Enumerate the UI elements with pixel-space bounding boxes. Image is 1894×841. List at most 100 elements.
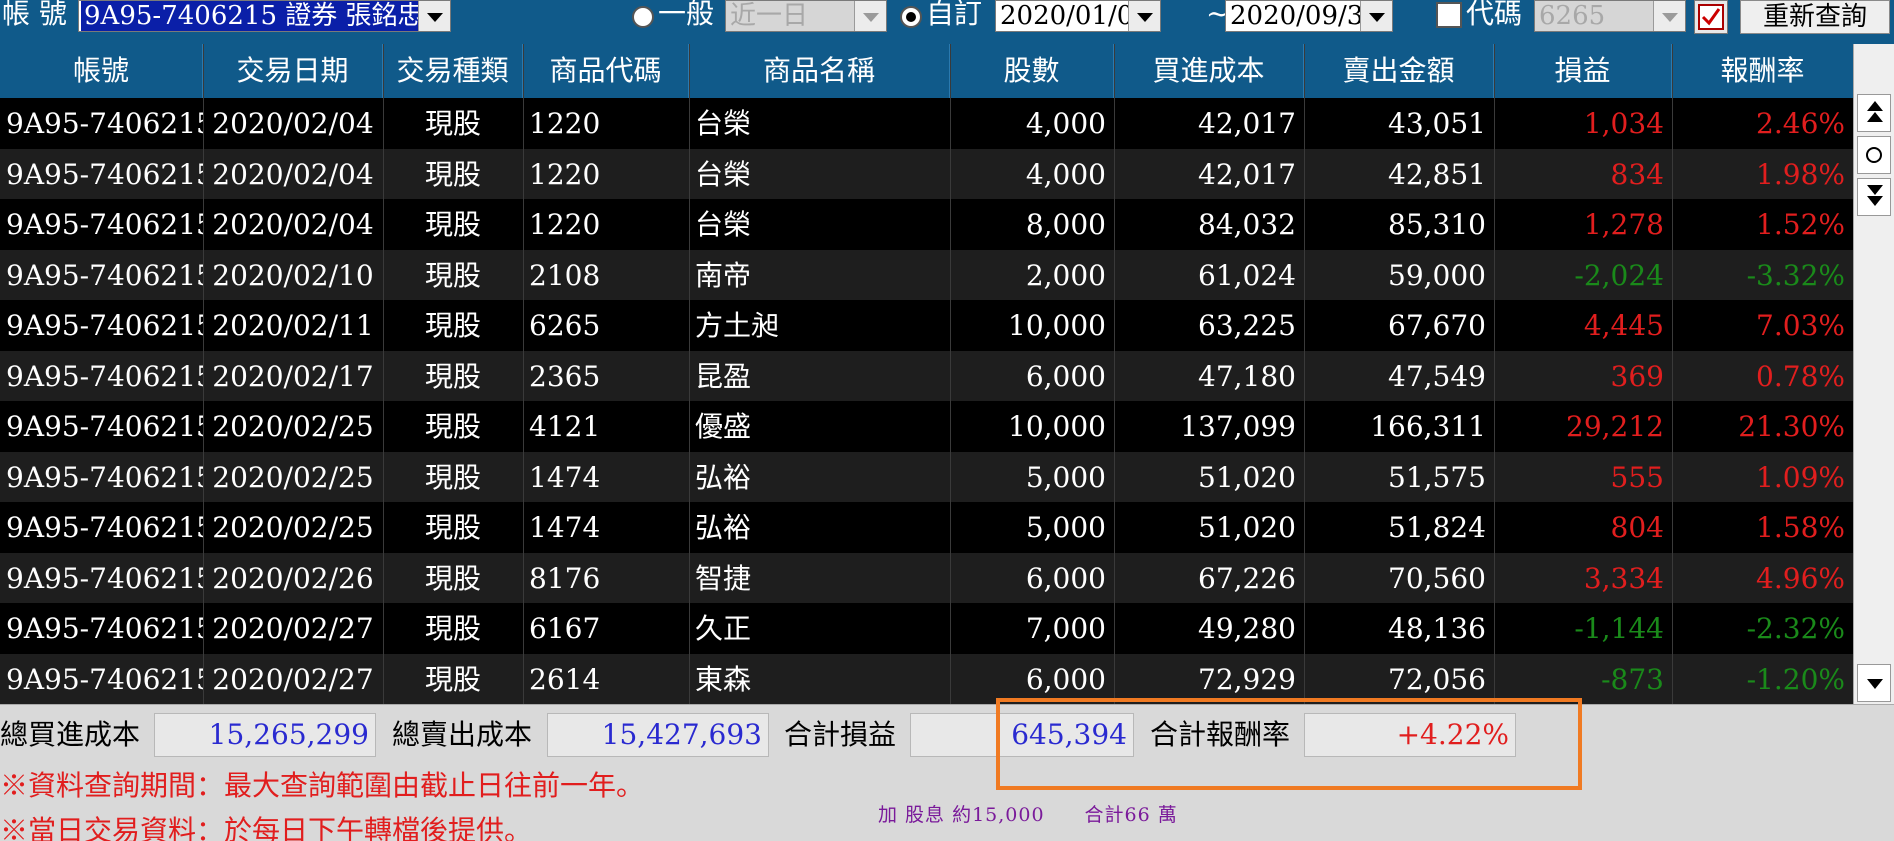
table-row[interactable]: 9A95-7406215 2020/02/10 現股 2108 南帝 2,000 61,02… <box>0 250 1853 301</box>
cell-pnl: 3,334 <box>1583 562 1664 595</box>
code-label: 代碼 <box>1466 0 1523 30</box>
cell-account: 9A95-7406215 <box>6 309 203 342</box>
cell-product-name: 昆盈 <box>695 360 752 393</box>
cell-shares: 6,000 <box>1025 360 1106 393</box>
col-header-product-name[interactable]: 商品名稱 <box>689 44 950 98</box>
cell-product-code: 4121 <box>529 410 601 443</box>
column-divider <box>950 44 951 704</box>
cell-account: 9A95-7406215 <box>6 208 203 241</box>
cell-product-name: 南帝 <box>695 259 752 292</box>
confirm-check-button[interactable] <box>1694 0 1728 34</box>
account-select[interactable]: 9A95-7406215 證券 張銘忠 <box>78 0 451 32</box>
scroll-reset-button[interactable] <box>1857 136 1891 174</box>
cell-shares: 10,000 <box>1008 410 1106 443</box>
col-header-shares[interactable]: 股數 <box>950 44 1114 98</box>
cell-return-rate: -1.20% <box>1746 663 1845 696</box>
col-header-trade-type[interactable]: 交易種類 <box>383 44 523 98</box>
chevron-down-icon[interactable] <box>418 1 450 31</box>
col-header-account[interactable]: 帳號 <box>0 44 203 98</box>
cell-buy-cost: 137,099 <box>1180 410 1296 443</box>
grid-body: 9A95-7406215 2020/02/04 現股 1220 台榮 4,000 42,01… <box>0 98 1853 704</box>
column-divider <box>523 44 524 704</box>
cell-buy-cost: 63,225 <box>1198 309 1296 342</box>
cell-trade-type: 現股 <box>424 158 481 191</box>
cell-shares: 4,000 <box>1025 107 1106 140</box>
cell-product-code: 2365 <box>529 360 601 393</box>
table-row[interactable]: 9A95-7406215 2020/02/04 現股 1220 台榮 4,000 42,01… <box>0 149 1853 200</box>
table-row[interactable]: 9A95-7406215 2020/02/11 現股 6265 方土昶 10,000 63,… <box>0 300 1853 351</box>
cell-shares: 6,000 <box>1025 663 1106 696</box>
code-select[interactable]: 6265 <box>1534 0 1686 32</box>
cell-sell-amount: 72,056 <box>1388 663 1486 696</box>
cell-pnl: 4,445 <box>1583 309 1664 342</box>
col-header-buy-cost[interactable]: 買進成本 <box>1114 44 1304 98</box>
cell-product-code: 6167 <box>529 612 601 645</box>
requery-button[interactable]: 重新查詢 <box>1740 0 1890 34</box>
cell-buy-cost: 49,280 <box>1198 612 1296 645</box>
cell-buy-cost: 67,226 <box>1198 562 1296 595</box>
cell-return-rate: 2.46% <box>1756 107 1845 140</box>
table-row[interactable]: 9A95-7406215 2020/02/27 現股 6167 久正 7,000 49,28… <box>0 603 1853 654</box>
cell-return-rate: -2.32% <box>1746 612 1845 645</box>
table-row[interactable]: 9A95-7406215 2020/02/17 現股 2365 昆盈 6,000 47,18… <box>0 351 1853 402</box>
total-buy-label: 總買進成本 <box>0 718 141 751</box>
cell-account: 9A95-7406215 <box>6 562 203 595</box>
grid-scrollbar[interactable] <box>1853 44 1894 704</box>
cell-trade-type: 現股 <box>424 511 481 544</box>
cell-return-rate: 1.58% <box>1756 511 1845 544</box>
chevron-down-icon[interactable] <box>854 1 886 31</box>
cell-account: 9A95-7406215 <box>6 107 203 140</box>
cell-product-code: 2108 <box>529 259 601 292</box>
cell-return-rate: 4.96% <box>1756 562 1845 595</box>
scroll-down-button[interactable] <box>1857 664 1891 702</box>
cell-product-name: 智捷 <box>695 562 752 595</box>
table-row[interactable]: 9A95-7406215 2020/02/25 現股 1474 弘裕 5,000 51,02… <box>0 502 1853 553</box>
cell-pnl: 804 <box>1610 511 1664 544</box>
table-row[interactable]: 9A95-7406215 2020/02/25 現股 4121 優盛 10,000 137,… <box>0 401 1853 452</box>
table-row[interactable]: 9A95-7406215 2020/02/04 現股 1220 台榮 4,000 42,01… <box>0 98 1853 149</box>
note-daily-data: ※當日交易資料：於每日下午轉檔後提供。 <box>0 814 533 841</box>
chevron-down-icon[interactable] <box>1360 1 1392 31</box>
col-header-sell-amount[interactable]: 賣出金額 <box>1304 44 1494 98</box>
table-row[interactable]: 9A95-7406215 2020/02/27 現股 2614 東森 6,000 72,92… <box>0 654 1853 704</box>
column-divider <box>689 44 690 704</box>
cell-trade-date: 2020/02/25 <box>212 511 374 544</box>
radio-custom[interactable] <box>900 6 922 28</box>
code-select-value: 6265 <box>1539 1 1606 31</box>
col-header-product-code[interactable]: 商品代碼 <box>523 44 689 98</box>
cell-return-rate: -3.32% <box>1746 259 1845 292</box>
cell-account: 9A95-7406215 <box>6 158 203 191</box>
date-to-picker[interactable]: 2020/09/30 <box>1225 0 1393 32</box>
chevron-down-icon[interactable] <box>1653 1 1685 31</box>
table-row[interactable]: 9A95-7406215 2020/02/04 現股 1220 台榮 8,000 84,03… <box>0 199 1853 250</box>
cell-product-name: 台榮 <box>695 158 752 191</box>
column-divider <box>1494 44 1495 704</box>
table-row[interactable]: 9A95-7406215 2020/02/26 現股 8176 智捷 6,000 67,22… <box>0 553 1853 604</box>
cell-product-name: 台榮 <box>695 208 752 241</box>
cell-shares: 10,000 <box>1008 309 1106 342</box>
cell-product-code: 2614 <box>529 663 601 696</box>
cell-sell-amount: 42,851 <box>1388 158 1486 191</box>
scroll-top-button[interactable] <box>1857 94 1891 132</box>
cell-return-rate: 7.03% <box>1756 309 1845 342</box>
cell-product-name: 弘裕 <box>695 461 752 494</box>
code-filter-checkbox[interactable] <box>1436 2 1462 28</box>
recent-period-select[interactable]: 近一日 <box>725 0 887 32</box>
col-header-trade-date[interactable]: 交易日期 <box>203 44 383 98</box>
date-from-picker[interactable]: 2020/01/01 <box>995 0 1161 32</box>
column-divider <box>383 44 384 704</box>
radio-general[interactable] <box>632 6 654 28</box>
col-header-return-rate[interactable]: 報酬率 <box>1672 44 1853 98</box>
cell-trade-date: 2020/02/04 <box>212 158 374 191</box>
table-row[interactable]: 9A95-7406215 2020/02/25 現股 1474 弘裕 5,000 51,02… <box>0 452 1853 503</box>
cell-trade-type: 現股 <box>424 309 481 342</box>
cell-product-name: 優盛 <box>695 410 752 443</box>
cell-pnl: -873 <box>1601 663 1664 696</box>
chevron-down-icon[interactable] <box>1128 1 1160 31</box>
cell-trade-type: 現股 <box>424 612 481 645</box>
cell-product-code: 1220 <box>529 208 601 241</box>
cell-trade-date: 2020/02/17 <box>212 360 374 393</box>
col-header-pnl[interactable]: 損益 <box>1494 44 1672 98</box>
down-arrow-icon <box>1867 679 1883 689</box>
scroll-bottom-button[interactable] <box>1857 178 1891 216</box>
